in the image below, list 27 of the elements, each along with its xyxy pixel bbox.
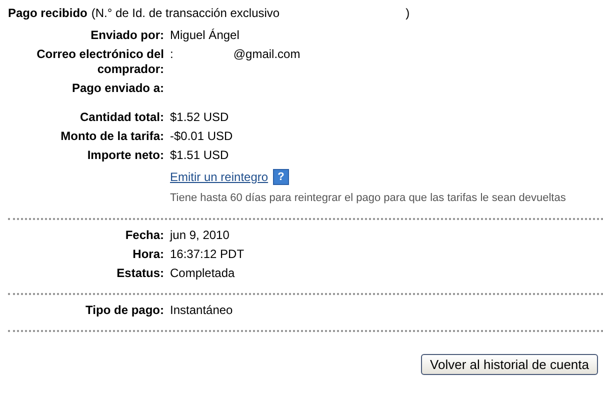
field-label: Correo electrónico del comprador: xyxy=(36,47,164,77)
field-value: Instantáneo xyxy=(170,303,233,318)
field-label: Estatus: xyxy=(116,266,164,281)
field-value: $1.52 USD xyxy=(170,110,229,125)
field-value: Miguel Ángel xyxy=(170,28,240,43)
closing-parenthesis: ) xyxy=(406,6,410,20)
field-value: $1.51 USD xyxy=(170,148,229,163)
field-label: Enviado por: xyxy=(90,28,164,43)
transaction-id-label: (N.° de Id. de transacción exclusivo xyxy=(91,6,280,20)
page-title: Pago recibido xyxy=(8,6,88,20)
help-icon[interactable]: ? xyxy=(273,169,290,185)
refund-link[interactable]: Emitir un reintegro xyxy=(170,170,268,184)
back-button[interactable]: Volver al historial de cuenta xyxy=(421,354,598,375)
field-value: : xyxy=(170,47,174,62)
field-label: Tipo de pago: xyxy=(84,303,164,318)
note-text: Tiene hasta 60 días para reintegrar el pago para que las tarifas le sean devueltas xyxy=(170,191,566,206)
field-label: Monto de la tarifa: xyxy=(60,129,164,144)
field-value: jun 9, 2010 xyxy=(170,228,230,243)
field-label: Importe neto: xyxy=(86,148,164,163)
field-value: Completada xyxy=(170,266,235,281)
field-value: -$0.01 USD xyxy=(170,129,233,144)
field-label: Hora: xyxy=(132,247,164,262)
field-value: @gmail.com xyxy=(233,47,300,62)
field-label: Cantidad total: xyxy=(79,110,164,125)
field-label: Fecha: xyxy=(124,228,164,243)
field-label: Pago enviado a: xyxy=(70,81,164,96)
field-value: 16:37:12 PDT xyxy=(170,247,244,262)
